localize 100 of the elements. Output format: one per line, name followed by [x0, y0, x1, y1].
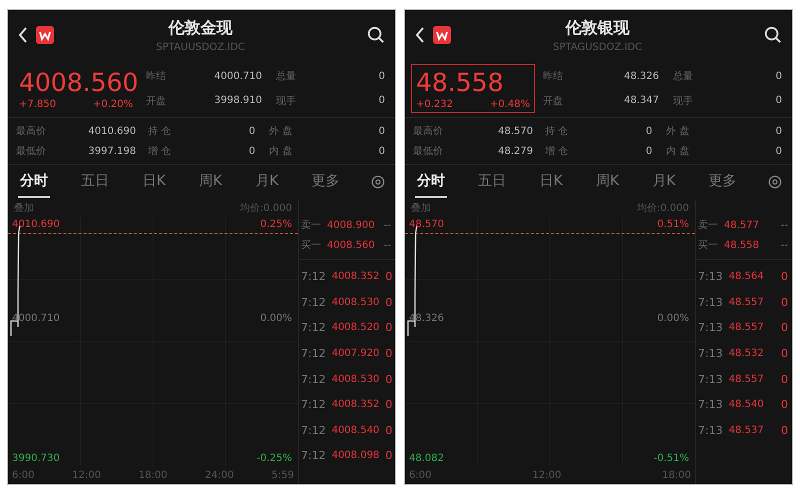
trade-volume: 0 [385, 424, 392, 437]
trade-time: 7:13 [698, 424, 723, 437]
trade-time: 7:12 [301, 398, 326, 412]
chart-tab[interactable]: 分时 [18, 166, 50, 198]
chart-tab[interactable]: 五日 [79, 166, 112, 198]
axis-percent-label: -0.51% [654, 453, 689, 464]
stat-label: 开盘 [146, 94, 166, 108]
chart-tab[interactable]: 分时 [415, 166, 447, 198]
trade-volume: 0 [385, 372, 392, 386]
trade-volume: 0 [781, 347, 788, 360]
price-change: +7.850 [19, 99, 56, 110]
trade-volume: 0 [385, 296, 392, 309]
trade-price: 48.532 [728, 348, 764, 360]
stat-value: 0 [378, 95, 385, 106]
stat-value: 4010.690 [87, 126, 136, 136]
chart-tab[interactable]: 月K [650, 166, 678, 198]
trade-time: 7:12 [301, 296, 326, 309]
axis-price-label: 4010.690 [12, 219, 60, 230]
stat-value: 0 [774, 70, 782, 82]
order-price: 4008.560 [327, 240, 375, 250]
stat-value: 0 [378, 126, 385, 136]
order-volume: -- [780, 240, 788, 250]
trade-price: 48.564 [728, 271, 764, 282]
chart-tab[interactable]: 月K [253, 166, 280, 198]
chart-tab[interactable]: 日K [140, 166, 168, 198]
stat-label: 增 仓 [148, 145, 172, 158]
trade-price: 48.537 [728, 424, 764, 436]
stat-label: 开盘 [543, 94, 563, 108]
stat-value: 0 [774, 126, 782, 136]
stat-value: 3998.910 [213, 95, 262, 106]
trade-price: 48.557 [728, 322, 764, 334]
time-axis-label: 12:00 [72, 470, 101, 480]
order-volume: -- [384, 240, 391, 250]
instrument-code: SPTAUUSDOZ.IDC [156, 42, 245, 52]
stat-label: 最高价 [16, 124, 47, 138]
order-price: 48.558 [724, 240, 759, 250]
trade-volume: 0 [781, 296, 788, 309]
chart-tab[interactable]: 周K [594, 166, 622, 198]
trade-time: 7:12 [301, 449, 326, 462]
overlay-label[interactable]: 叠加 [14, 201, 34, 215]
time-axis-label: 18:00 [662, 470, 691, 480]
order-price: 48.577 [724, 220, 759, 230]
time-axis-label: 6:00 [12, 470, 34, 480]
trade-time: 7:12 [301, 321, 326, 334]
trade-price: 4008.352 [332, 271, 380, 282]
order-label: 买一 [301, 239, 321, 252]
search-icon[interactable] [367, 26, 385, 44]
order-label: 卖一 [698, 218, 718, 232]
time-axis-label: 24:00 [205, 470, 234, 480]
stat-value: 48.279 [497, 146, 533, 156]
trade-volume: 0 [781, 270, 788, 284]
trade-price: 4008.530 [332, 374, 380, 385]
stat-value: 48.570 [497, 126, 533, 136]
stat-value: 0 [378, 146, 385, 156]
stat-value: 4000.710 [213, 70, 262, 82]
order-price: 4008.900 [327, 220, 375, 230]
stat-label: 内 盘 [269, 144, 292, 158]
chart-tab[interactable]: 更多 [310, 166, 342, 198]
stat-label: 最低价 [413, 145, 444, 158]
time-axis-label: 12:00 [532, 470, 562, 480]
stat-label: 外 盘 [269, 125, 292, 138]
settings-icon[interactable] [370, 175, 385, 189]
stat-label: 现手 [673, 94, 693, 108]
trade-time: 7:13 [698, 372, 723, 386]
stat-value: 48.326 [623, 70, 659, 82]
trade-price: 48.557 [728, 374, 764, 385]
trade-price: 4008.352 [332, 399, 380, 410]
app-logo-icon [433, 26, 451, 44]
overlay-label[interactable]: 叠加 [411, 201, 431, 215]
axis-percent-label: 0.51% [657, 219, 689, 230]
chart-tab[interactable]: 五日 [476, 166, 508, 198]
back-icon[interactable] [415, 27, 425, 43]
trade-price: 4008.540 [332, 424, 380, 436]
trade-price: 48.540 [728, 399, 764, 410]
stat-label: 内 盘 [666, 144, 690, 158]
chart-tab[interactable]: 周K [196, 166, 224, 198]
time-axis-label: 6:00 [409, 470, 432, 480]
stat-value: 0 [248, 126, 256, 136]
search-icon[interactable] [764, 26, 782, 44]
chart-tab[interactable]: 更多 [706, 166, 739, 198]
trade-price: 4008.530 [332, 296, 380, 308]
trade-volume: 0 [781, 321, 788, 334]
order-volume: -- [384, 220, 391, 230]
stat-label: 总量 [276, 70, 296, 84]
trade-volume: 0 [781, 372, 788, 386]
stat-value: 0 [248, 146, 256, 156]
settings-icon[interactable] [768, 175, 782, 189]
average-price: 均价:0.000 [240, 202, 292, 215]
chart-tab[interactable]: 日K [537, 166, 565, 198]
back-icon[interactable] [18, 27, 28, 43]
stat-label: 持 仓 [545, 124, 568, 138]
trade-time: 7:12 [301, 424, 326, 437]
axis-percent-label: 0.00% [657, 313, 689, 324]
stat-label: 外 盘 [666, 125, 690, 138]
trade-price: 4007.920 [332, 348, 380, 360]
stat-value: 0 [644, 146, 652, 156]
trade-time: 7:13 [698, 270, 723, 284]
stat-label: 昨结 [146, 70, 166, 84]
trade-time: 7:12 [301, 372, 326, 386]
axis-price-label: 48.570 [409, 219, 444, 230]
